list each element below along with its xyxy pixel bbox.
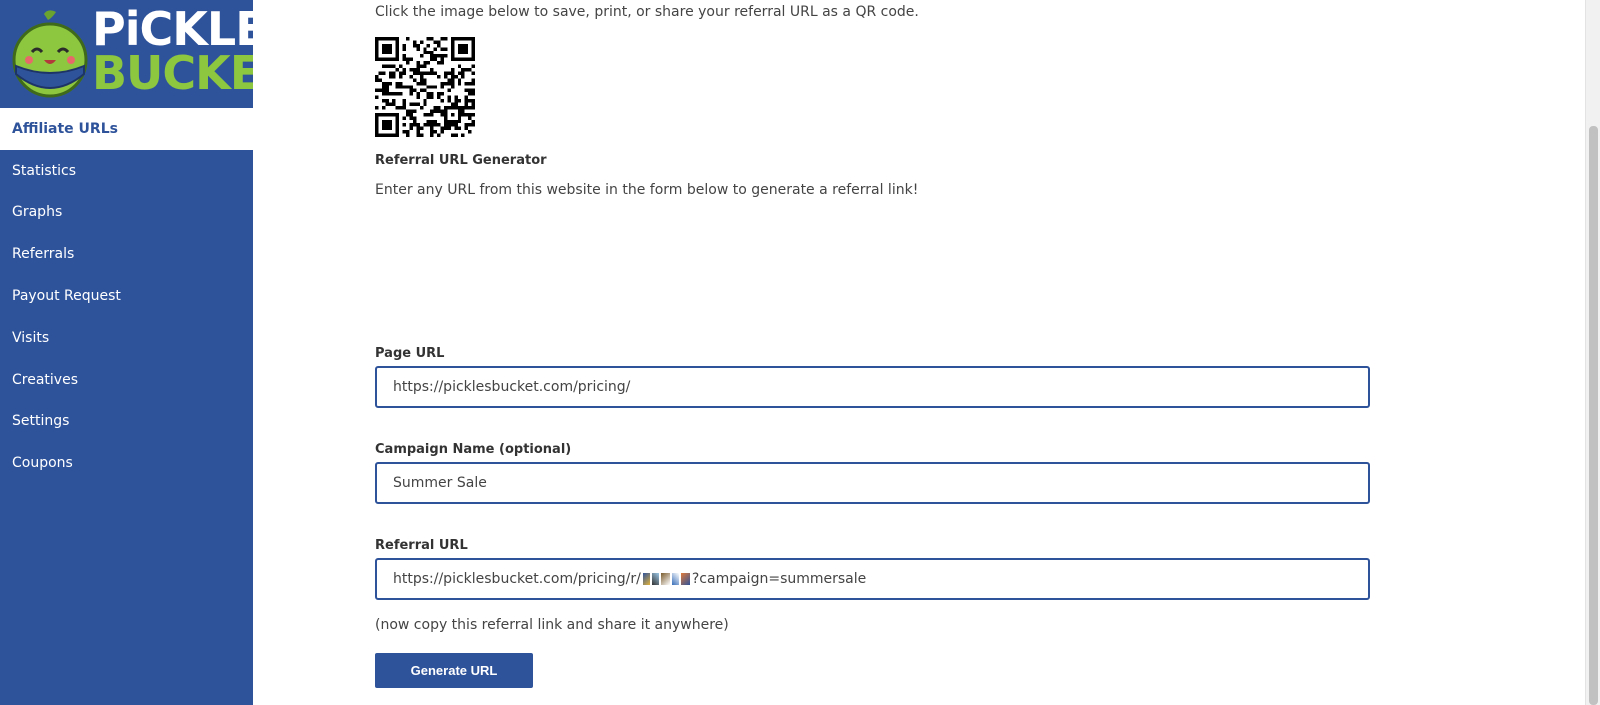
sidebar: PiCKLES BUCKET Affiliate URLs Statistics… bbox=[0, 0, 253, 705]
campaign-name-label: Campaign Name (optional) bbox=[375, 442, 572, 457]
sidebar-item-coupons[interactable]: Coupons bbox=[0, 442, 253, 484]
page-url-input[interactable]: https://picklesbucket.com/pricing/ bbox=[375, 366, 1370, 408]
qr-code-image[interactable] bbox=[375, 37, 475, 137]
sidebar-item-statistics[interactable]: Statistics bbox=[0, 150, 253, 192]
sidebar-item-graphs[interactable]: Graphs bbox=[0, 192, 253, 234]
vertical-scrollbar[interactable] bbox=[1585, 0, 1600, 705]
copy-hint: (now copy this referral link and share i… bbox=[375, 617, 729, 633]
sidebar-nav: Affiliate URLs Statistics Graphs Referra… bbox=[0, 108, 253, 484]
sidebar-item-visits[interactable]: Visits bbox=[0, 317, 253, 359]
generator-description: Enter any URL from this website in the f… bbox=[375, 182, 919, 198]
sidebar-item-affiliate-urls[interactable]: Affiliate URLs bbox=[0, 108, 253, 150]
generator-title: Referral URL Generator bbox=[375, 153, 547, 168]
sidebar-item-payout-request[interactable]: Payout Request bbox=[0, 275, 253, 317]
campaign-name-input[interactable]: Summer Sale bbox=[375, 462, 1370, 504]
page-url-value: https://picklesbucket.com/pricing/ bbox=[393, 379, 631, 395]
qr-instructions: Click the image below to save, print, or… bbox=[375, 4, 919, 20]
referral-url-suffix: ?campaign=summersale bbox=[691, 571, 867, 587]
referral-url-label: Referral URL bbox=[375, 538, 468, 553]
main-content: Click the image below to save, print, or… bbox=[253, 0, 1585, 705]
referral-url-glyphs bbox=[642, 573, 690, 585]
referral-url-input[interactable]: https://picklesbucket.com/pricing/r/ ?ca… bbox=[375, 558, 1370, 600]
sidebar-item-settings[interactable]: Settings bbox=[0, 401, 253, 443]
sidebar-item-creatives[interactable]: Creatives bbox=[0, 359, 253, 401]
page-url-label: Page URL bbox=[375, 346, 445, 361]
generate-url-button[interactable]: Generate URL bbox=[375, 653, 533, 688]
sidebar-item-referrals[interactable]: Referrals bbox=[0, 233, 253, 275]
referral-url-prefix: https://picklesbucket.com/pricing/r/ bbox=[393, 571, 641, 587]
brand-logo[interactable]: PiCKLES BUCKET bbox=[0, 0, 253, 108]
scrollbar-thumb[interactable] bbox=[1589, 126, 1598, 705]
pickle-mascot-icon bbox=[12, 10, 88, 98]
brand-name-bottom: BUCKET bbox=[92, 46, 253, 100]
campaign-name-value: Summer Sale bbox=[393, 475, 487, 491]
